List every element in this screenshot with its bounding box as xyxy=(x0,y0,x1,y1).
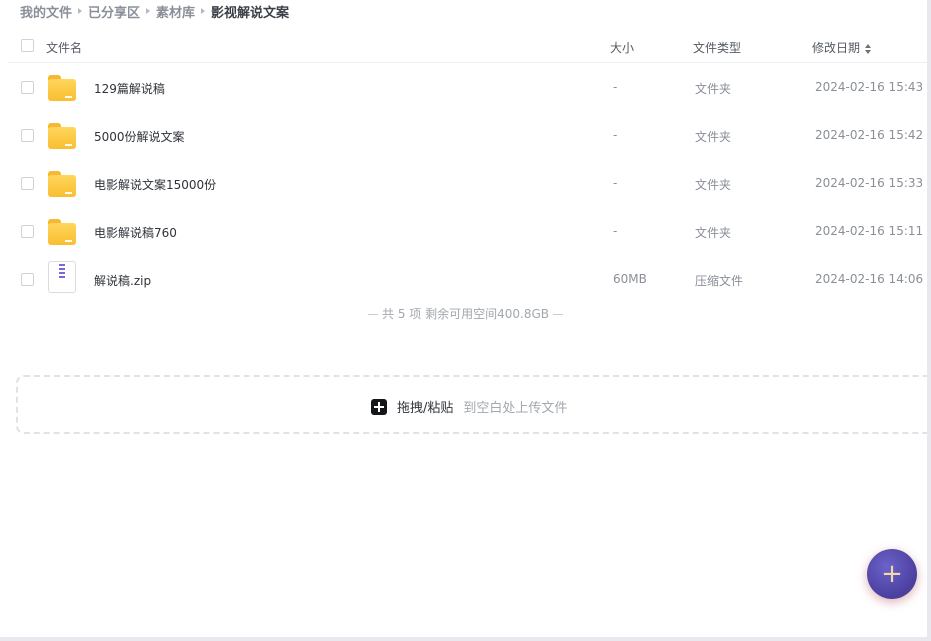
file-name[interactable]: 电影解说文案15000份 xyxy=(94,176,216,193)
plus-square-icon xyxy=(371,398,387,415)
column-header-modified[interactable]: 修改日期 xyxy=(812,39,872,56)
file-type: 文件夹 xyxy=(695,82,732,96)
file-name[interactable]: 解说稿.zip xyxy=(94,272,151,289)
sort-icon[interactable] xyxy=(865,43,872,54)
folder-icon xyxy=(48,123,76,149)
file-browser-page: 我的文件 已分享区 素材库 影视解说文案 文件名 大小 文件类型 修改日期 12… xyxy=(0,0,931,641)
column-header-size[interactable]: 大小 xyxy=(610,39,634,56)
table-row[interactable]: 129篇解说稿 - 文件夹 2024-02-16 15:43 xyxy=(8,63,927,111)
breadcrumb-separator-icon xyxy=(78,8,83,14)
list-summary-text: 共 5 项 剩余可用空间400.8GB xyxy=(382,307,549,321)
file-size: 60MB xyxy=(613,272,647,286)
list-summary: 共 5 项 剩余可用空间400.8GB xyxy=(0,305,931,322)
file-modified-date: 2024-02-16 15:42 xyxy=(815,128,924,142)
row-checkbox[interactable] xyxy=(21,225,34,238)
plus-icon: + xyxy=(881,559,903,589)
file-modified-date: 2024-02-16 15:43 xyxy=(815,80,924,94)
breadcrumb-separator-icon xyxy=(146,8,151,14)
breadcrumb-item-my-files[interactable]: 我的文件 xyxy=(20,2,72,21)
file-size: - xyxy=(613,128,618,142)
breadcrumb-item-material-library[interactable]: 素材库 xyxy=(156,2,195,21)
file-size: - xyxy=(613,224,618,238)
upload-dropzone[interactable]: 拖拽/粘贴 到空白处上传文件 xyxy=(16,375,931,434)
file-type: 文件夹 xyxy=(695,178,732,192)
breadcrumb-item-shared[interactable]: 已分享区 xyxy=(88,2,140,21)
window-edge xyxy=(0,637,931,641)
file-type: 压缩文件 xyxy=(695,274,744,288)
file-type: 文件夹 xyxy=(695,130,732,144)
table-row[interactable]: 5000份解说文案 - 文件夹 2024-02-16 15:42 xyxy=(8,111,927,159)
row-checkbox[interactable] xyxy=(21,177,34,190)
zip-file-icon xyxy=(48,261,76,293)
dropzone-main-label: 拖拽/粘贴 xyxy=(397,401,454,416)
file-type: 文件夹 xyxy=(695,226,732,240)
breadcrumb: 我的文件 已分享区 素材库 影视解说文案 xyxy=(20,2,290,21)
folder-icon xyxy=(48,171,76,197)
file-size: - xyxy=(613,176,618,190)
file-size: - xyxy=(613,80,618,94)
folder-icon xyxy=(48,219,76,245)
folder-icon xyxy=(48,75,76,101)
breadcrumb-item-current: 影视解说文案 xyxy=(211,5,290,21)
row-checkbox[interactable] xyxy=(21,81,34,94)
row-checkbox[interactable] xyxy=(21,129,34,142)
file-modified-date: 2024-02-16 15:11 xyxy=(815,224,924,238)
table-row[interactable]: 电影解说稿760 - 文件夹 2024-02-16 15:11 xyxy=(8,207,927,255)
select-all-checkbox[interactable] xyxy=(21,39,34,52)
file-name[interactable]: 电影解说稿760 xyxy=(94,224,177,241)
file-modified-date: 2024-02-16 14:06 xyxy=(815,272,924,286)
window-edge xyxy=(927,0,931,641)
file-modified-date: 2024-02-16 15:33 xyxy=(815,176,924,190)
column-header-type[interactable]: 文件类型 xyxy=(693,39,741,56)
add-button[interactable]: + xyxy=(867,549,917,599)
breadcrumb-separator-icon xyxy=(201,8,206,14)
table-row[interactable]: 解说稿.zip 60MB 压缩文件 2024-02-16 14:06 xyxy=(8,255,927,303)
row-checkbox[interactable] xyxy=(21,273,34,286)
file-name[interactable]: 5000份解说文案 xyxy=(94,128,185,145)
table-header: 文件名 大小 文件类型 修改日期 xyxy=(8,30,927,63)
table-row[interactable]: 电影解说文案15000份 - 文件夹 2024-02-16 15:33 xyxy=(8,159,927,207)
dropzone-sub-label: 到空白处上传文件 xyxy=(463,401,568,416)
file-name[interactable]: 129篇解说稿 xyxy=(94,80,165,97)
column-header-name[interactable]: 文件名 xyxy=(46,39,82,56)
column-header-modified-label: 修改日期 xyxy=(812,41,861,55)
